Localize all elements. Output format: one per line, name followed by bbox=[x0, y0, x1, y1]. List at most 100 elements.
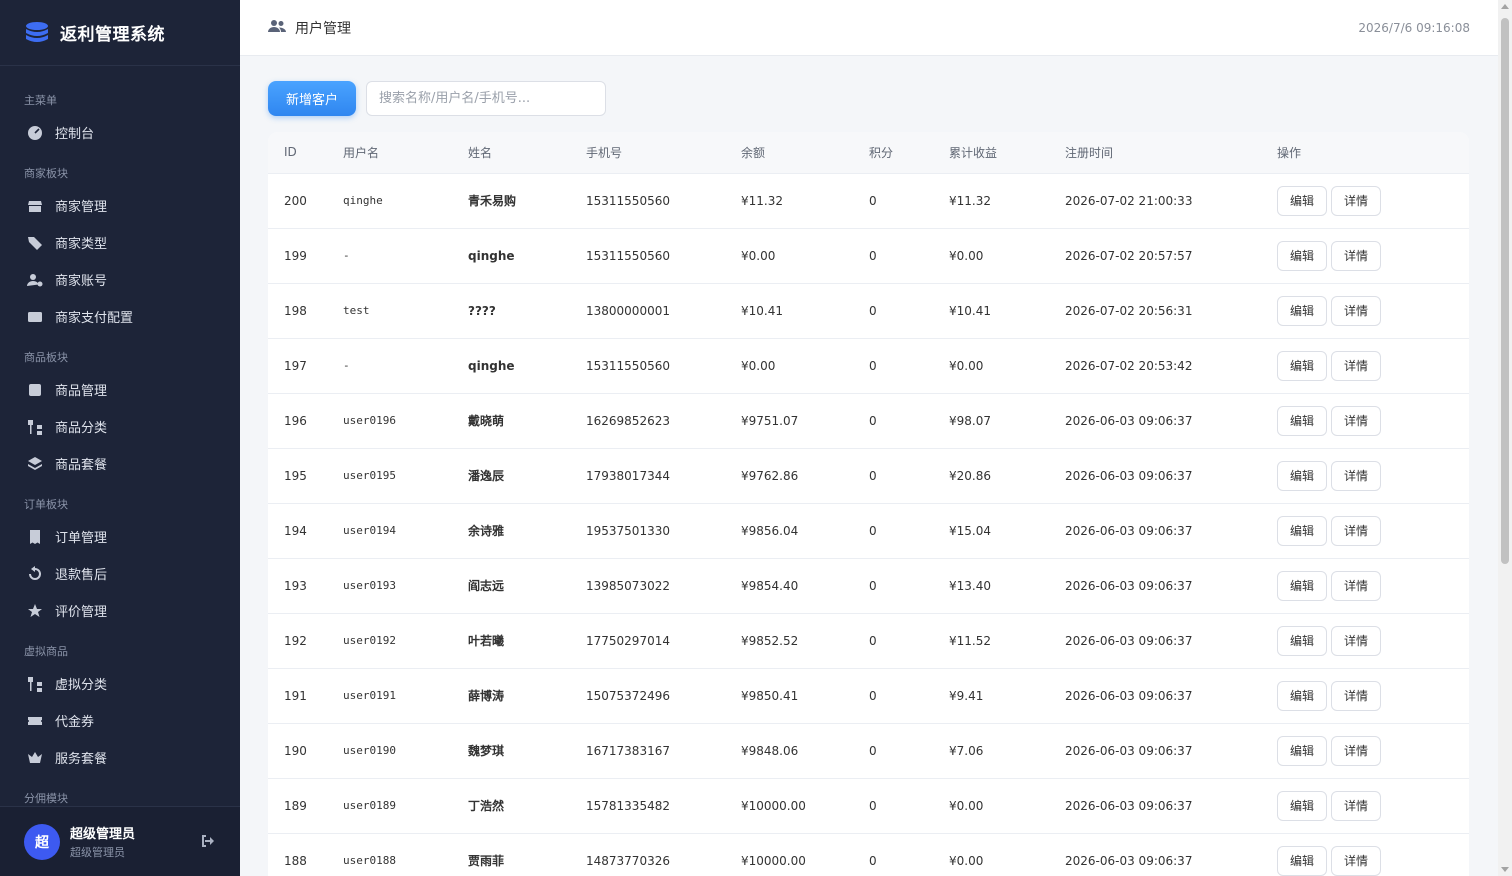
cell-phone: 16269852623 bbox=[586, 393, 741, 449]
sidebar-item[interactable]: 退款售后 bbox=[0, 555, 240, 592]
sidebar-item[interactable]: 商品管理 bbox=[0, 371, 240, 408]
cell-earnings: ¥9.41 bbox=[949, 668, 1065, 724]
sidebar-item-label: 商家类型 bbox=[55, 237, 108, 252]
scroll-down-arrow-icon[interactable] bbox=[1501, 867, 1509, 872]
sidebar-item[interactable]: 订单管理 bbox=[0, 518, 240, 555]
edit-button[interactable]: 编辑 bbox=[1277, 570, 1327, 601]
edit-button[interactable]: 编辑 bbox=[1277, 735, 1327, 766]
sidebar-item[interactable]: 代金券 bbox=[0, 702, 240, 739]
sidebar-item[interactable]: 商家支付配置 bbox=[0, 298, 240, 335]
sidebar-item[interactable]: 服务套餐 bbox=[0, 739, 240, 776]
detail-button[interactable]: 详情 bbox=[1331, 460, 1381, 491]
cell-username: user0190 bbox=[343, 723, 468, 779]
edit-button[interactable]: 编辑 bbox=[1277, 845, 1327, 876]
cell-earnings: ¥7.06 bbox=[949, 723, 1065, 779]
column-header: 余额 bbox=[741, 132, 869, 174]
column-header: 积分 bbox=[869, 132, 949, 174]
sidebar-item[interactable]: 商品分类 bbox=[0, 408, 240, 445]
detail-button[interactable]: 详情 bbox=[1331, 625, 1381, 656]
add-customer-button[interactable]: 新增客户 bbox=[268, 81, 356, 116]
table-row: 189 user0189 丁浩然 15781335482 ¥10000.00 0 ¥0.00… bbox=[268, 778, 1469, 834]
undo-icon bbox=[27, 565, 43, 582]
detail-button[interactable]: 详情 bbox=[1331, 735, 1381, 766]
cell-earnings: ¥13.40 bbox=[949, 558, 1065, 614]
cell-balance: ¥10000.00 bbox=[741, 833, 869, 876]
detail-button[interactable]: 详情 bbox=[1331, 185, 1381, 216]
table-row: 194 user0194 余诗雅 19537501330 ¥9856.04 0 ¥15.04… bbox=[268, 503, 1469, 559]
cell-registered: 2026-06-03 09:06:37 bbox=[1065, 668, 1277, 724]
edit-button[interactable]: 编辑 bbox=[1277, 680, 1327, 711]
edit-button[interactable]: 编辑 bbox=[1277, 350, 1327, 381]
star-icon bbox=[27, 603, 43, 619]
cell-actions: 编辑 详情 bbox=[1277, 723, 1469, 779]
detail-button[interactable]: 详情 bbox=[1331, 240, 1381, 271]
cell-name: 叶若曦 bbox=[468, 613, 586, 669]
edit-button[interactable]: 编辑 bbox=[1277, 460, 1327, 491]
detail-button[interactable]: 详情 bbox=[1331, 515, 1381, 546]
cell-name: 薛博涛 bbox=[468, 668, 586, 724]
column-header: ID bbox=[268, 132, 343, 174]
detail-button[interactable]: 详情 bbox=[1331, 350, 1381, 381]
store-icon bbox=[27, 198, 43, 214]
cell-balance: ¥9850.41 bbox=[741, 668, 869, 724]
cell-actions: 编辑 详情 bbox=[1277, 668, 1469, 724]
edit-button[interactable]: 编辑 bbox=[1277, 295, 1327, 326]
cell-actions: 编辑 详情 bbox=[1277, 833, 1469, 876]
sidebar: 返利管理系统 主菜单 控制台 商家板块 商家管理 商家类型 商家账号 商家支付配置 商品板块商… bbox=[0, 0, 240, 876]
logout-icon[interactable] bbox=[200, 833, 218, 851]
nav-group-title: 主菜单 bbox=[24, 94, 57, 107]
user-table: ID 用户名 姓名 手机号 余额 积分 累计收益 注册时间 操作 200 qinghe 青禾易购 15… bbox=[268, 132, 1469, 876]
column-header: 注册时间 bbox=[1065, 132, 1277, 174]
cell-id: 192 bbox=[268, 613, 343, 669]
sidebar-item-label: 商家账号 bbox=[55, 274, 108, 289]
cell-name: qinghe bbox=[468, 228, 586, 284]
detail-button[interactable]: 详情 bbox=[1331, 790, 1381, 821]
cell-points: 0 bbox=[869, 503, 949, 559]
detail-button[interactable]: 详情 bbox=[1331, 570, 1381, 601]
layers-icon bbox=[27, 456, 43, 472]
cell-username: test bbox=[343, 283, 468, 339]
edit-button[interactable]: 编辑 bbox=[1277, 625, 1327, 656]
sidebar-item[interactable]: 评价管理 bbox=[0, 592, 240, 629]
sidebar-item-label: 虚拟分类 bbox=[55, 678, 108, 693]
cell-name: ???? bbox=[468, 283, 586, 339]
page-title: 用户管理 bbox=[295, 20, 351, 37]
sidebar-item-label: 评价管理 bbox=[55, 605, 108, 620]
sidebar-item[interactable]: 控制台 bbox=[0, 114, 240, 151]
edit-button[interactable]: 编辑 bbox=[1277, 240, 1327, 271]
scroll-up-arrow-icon[interactable] bbox=[1501, 4, 1509, 9]
cell-id: 189 bbox=[268, 778, 343, 834]
table-header-row: ID 用户名 姓名 手机号 余额 积分 累计收益 注册时间 操作 bbox=[268, 132, 1469, 174]
edit-button[interactable]: 编辑 bbox=[1277, 515, 1327, 546]
sidebar-item[interactable]: 商家账号 bbox=[0, 261, 240, 298]
detail-button[interactable]: 详情 bbox=[1331, 680, 1381, 711]
cell-username: user0191 bbox=[343, 668, 468, 724]
edit-button[interactable]: 编辑 bbox=[1277, 185, 1327, 216]
scrollbar[interactable] bbox=[1498, 0, 1512, 876]
user-name: 超级管理员 bbox=[70, 827, 136, 842]
nav-group-title: 订单板块 bbox=[24, 498, 68, 511]
nav-group-title: 商品板块 bbox=[24, 351, 68, 364]
search-input[interactable] bbox=[366, 81, 606, 116]
cell-registered: 2026-07-02 21:00:33 bbox=[1065, 173, 1277, 229]
sidebar-item[interactable]: 商家类型 bbox=[0, 224, 240, 261]
detail-button[interactable]: 详情 bbox=[1331, 845, 1381, 876]
brand[interactable]: 返利管理系统 bbox=[0, 0, 240, 66]
cell-phone: 15311550560 bbox=[586, 173, 741, 229]
edit-button[interactable]: 编辑 bbox=[1277, 790, 1327, 821]
cell-earnings: ¥10.41 bbox=[949, 283, 1065, 339]
sidebar-item[interactable]: 商家管理 bbox=[0, 187, 240, 224]
detail-button[interactable]: 详情 bbox=[1331, 405, 1381, 436]
scroll-thumb[interactable] bbox=[1501, 18, 1509, 564]
detail-button[interactable]: 详情 bbox=[1331, 295, 1381, 326]
user-profile: 超 超级管理员 超级管理员 bbox=[0, 806, 240, 876]
sidebar-item[interactable]: 虚拟分类 bbox=[0, 665, 240, 702]
sidebar-item[interactable]: 商品套餐 bbox=[0, 445, 240, 482]
ticket-icon bbox=[27, 713, 43, 729]
edit-button[interactable]: 编辑 bbox=[1277, 405, 1327, 436]
cell-id: 197 bbox=[268, 338, 343, 394]
cell-earnings: ¥0.00 bbox=[949, 833, 1065, 876]
datetime: 2026/7/6 09:16:08 bbox=[1358, 21, 1470, 35]
cell-phone: 16717383167 bbox=[586, 723, 741, 779]
cell-phone: 13800000001 bbox=[586, 283, 741, 339]
